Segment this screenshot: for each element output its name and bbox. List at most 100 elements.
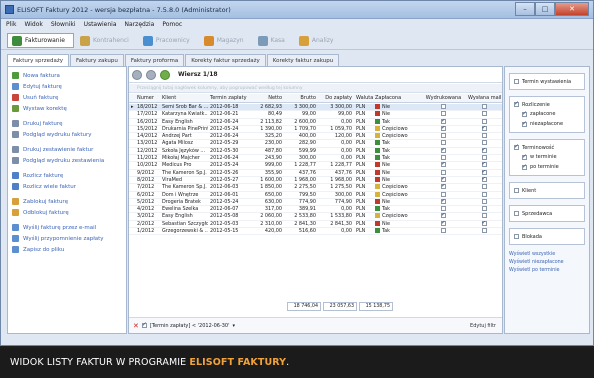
timeliness-option-checkbox[interactable] <box>522 163 527 170</box>
settlement-option-checkbox[interactable] <box>522 120 527 127</box>
action-print[interactable]: Drukuj fakturę <box>12 118 122 129</box>
due-date-checkbox[interactable] <box>514 79 519 84</box>
printed-checkbox[interactable] <box>441 169 446 175</box>
mailed-checkbox[interactable] <box>481 198 487 204</box>
module-employees[interactable]: Pracownicy <box>139 33 198 48</box>
mailed-checkbox[interactable] <box>481 104 487 109</box>
printed-checkbox[interactable] <box>441 155 446 161</box>
mailed-checkbox[interactable] <box>481 125 487 131</box>
seller-checkbox[interactable] <box>514 211 519 216</box>
printed-checkbox[interactable] <box>441 191 446 197</box>
mailed-checkbox[interactable] <box>481 155 487 161</box>
printed-checkbox[interactable] <box>441 118 446 124</box>
module-cash[interactable]: Kasa <box>254 33 293 48</box>
table-row[interactable]: 3/2012 Easy English 2012-05-08 2 060,00 2 53… <box>129 213 502 221</box>
table-row[interactable]: ▸ 18/2012 Semi Srob Bar & ... 2012-06-18 2 6… <box>129 104 502 112</box>
quick-filter-link[interactable]: Wyświetl wszystkie <box>509 251 585 259</box>
action-reminder[interactable]: Wyślij przypomnienie zapłaty <box>12 233 122 244</box>
table-row[interactable]: 9/2012 The Kameron Sp.J. 2012-05-26 355,90 4… <box>129 169 502 177</box>
mailed-checkbox[interactable] <box>481 191 487 197</box>
table-row[interactable]: 5/2012 Drogeria Bratek 2012-05-24 630,00 774… <box>129 198 502 207</box>
table-row[interactable]: 13/2012 Agata Milosz 2012-05-29 230,00 282,9… <box>129 140 502 148</box>
minimize-button[interactable]: – <box>515 2 535 16</box>
doc-tab-2[interactable]: Faktury proforma <box>124 54 185 66</box>
table-row[interactable]: 14/2012 Andrzej Part 2012-06-24 325,20 400,0… <box>129 133 502 141</box>
table-row[interactable]: 7/2012 The Kameron Sp.J. 2012-06-03 1 850,0… <box>129 184 502 192</box>
table-row[interactable]: 6/2012 Dom i Wnętrze 2012-06-01 650,00 799,5… <box>129 191 502 199</box>
module-invoice[interactable]: Fakturowanie <box>7 33 74 48</box>
doc-tab-0[interactable]: Faktury sprzedaży <box>7 54 70 66</box>
action-correction[interactable]: Wystaw korektę <box>12 103 122 114</box>
column-header[interactable]: Zapłacona <box>373 94 421 102</box>
client-checkbox[interactable] <box>514 188 519 193</box>
table-row[interactable]: 10/2012 Medicus Pro 2012-05-24 999,00 1 228,… <box>129 162 502 170</box>
action-lock[interactable]: Zablokuj fakturę <box>12 196 122 207</box>
settings-icon[interactable] <box>160 69 170 80</box>
close-button[interactable]: ✕ <box>555 2 589 16</box>
printed-checkbox[interactable] <box>441 220 446 226</box>
column-header[interactable]: Brutto <box>284 94 318 102</box>
quick-filter-link[interactable]: Wyświetl po terminie <box>509 267 585 275</box>
action-preview[interactable]: Podgląd wydruku faktury <box>12 129 122 140</box>
column-header[interactable]: Do zapłaty <box>318 94 354 102</box>
table-row[interactable]: 4/2012 Ewelina Szelka 2012-06-07 317,00 389,… <box>129 206 502 214</box>
printed-checkbox[interactable] <box>441 198 446 204</box>
printed-checkbox[interactable] <box>441 125 446 131</box>
module-analysis[interactable]: Analizy <box>295 33 342 48</box>
settlement-checkbox[interactable] <box>514 100 519 107</box>
timeliness-checkbox[interactable] <box>514 143 519 150</box>
timeliness-option[interactable]: w terminie <box>514 152 580 162</box>
filter-dropdown-icon[interactable]: ▾ <box>232 323 235 329</box>
column-header[interactable]: Netto <box>252 94 284 102</box>
client-filter[interactable]: Klient <box>509 182 585 199</box>
mailed-checkbox[interactable] <box>481 169 487 175</box>
doc-tab-4[interactable]: Korekty faktur zakupu <box>266 54 340 66</box>
mailed-checkbox[interactable] <box>481 133 487 139</box>
column-header[interactable]: Wydrukowana <box>421 94 466 102</box>
printed-checkbox[interactable] <box>441 111 446 117</box>
action-preview-list[interactable]: Podgląd wydruku zestawienia <box>12 155 122 166</box>
printed-checkbox[interactable] <box>441 206 446 212</box>
mailed-checkbox[interactable] <box>481 176 487 182</box>
mailed-checkbox[interactable] <box>481 228 487 234</box>
settlement-option[interactable]: niezapłacone <box>514 119 580 129</box>
print-grid-icon[interactable] <box>132 69 142 80</box>
menu-item-2[interactable]: Słowniki <box>51 20 76 30</box>
action-mail[interactable]: Wyślij fakturę przez e-mail <box>12 222 122 233</box>
printed-checkbox[interactable] <box>441 213 446 219</box>
settlement-option[interactable]: zapłacone <box>514 109 580 119</box>
lock-filter[interactable]: Blokada <box>509 228 585 245</box>
quick-filter-link[interactable]: Wyświetl niezapłacone <box>509 259 585 267</box>
action-save[interactable]: Zapisz do pliku <box>12 244 122 255</box>
clear-filter-icon[interactable]: ✕ <box>133 322 139 330</box>
timeliness-option[interactable]: po terminie <box>514 162 580 172</box>
column-header[interactable]: Numer <box>135 94 160 102</box>
mailed-checkbox[interactable] <box>481 184 487 190</box>
module-contacts[interactable]: Kontrahenci <box>76 33 137 48</box>
due-date-filter[interactable]: Termin wystawienia <box>509 73 585 90</box>
action-print-list[interactable]: Drukuj zestawienie faktur <box>12 144 122 155</box>
action-delete[interactable]: Usuń fakturę <box>12 92 122 103</box>
table-row[interactable]: 8/2012 ViraMed 2012-05-27 1 600,00 1 968,00 1… <box>129 176 502 185</box>
action-unlock[interactable]: Odblokuj fakturę <box>12 207 122 218</box>
menu-item-3[interactable]: Ustawienia <box>84 20 117 30</box>
maximize-button[interactable]: □ <box>535 2 555 16</box>
printed-checkbox[interactable] <box>441 147 446 153</box>
table-row[interactable]: 11/2012 Mikołaj Majcher 2012-06-24 243,90 30… <box>129 155 502 163</box>
mailed-checkbox[interactable] <box>481 213 487 219</box>
mailed-checkbox[interactable] <box>481 206 487 212</box>
action-settle[interactable]: Rozlicz fakturę <box>12 170 122 181</box>
mailed-checkbox[interactable] <box>481 140 487 146</box>
column-header[interactable]: Wysłana mail <box>466 94 502 102</box>
printed-checkbox[interactable] <box>441 228 446 234</box>
filter-enabled-checkbox[interactable] <box>141 321 147 328</box>
table-row[interactable]: 16/2012 Easy English 2012-06-24 2 113,82 2 6… <box>129 118 502 126</box>
module-warehouse[interactable]: Magazyn <box>200 33 252 48</box>
table-row[interactable]: 1/2012 Grzegorzewski & ... 2012-05-15 420,0… <box>129 228 502 236</box>
printed-checkbox[interactable] <box>441 140 446 146</box>
printed-checkbox[interactable] <box>441 162 446 168</box>
column-header[interactable]: Termin zapłaty <box>208 94 252 102</box>
printed-checkbox[interactable] <box>441 184 446 190</box>
lock-checkbox[interactable] <box>514 234 519 239</box>
menu-item-1[interactable]: Widok <box>24 20 42 30</box>
